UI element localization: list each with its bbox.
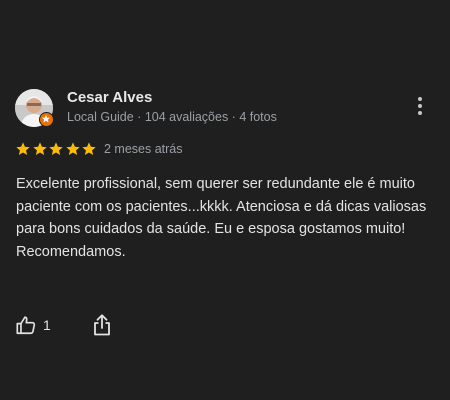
review-date: 2 meses atrás — [104, 142, 183, 156]
thumb-up-icon — [16, 316, 36, 335]
like-button[interactable]: 1 — [15, 313, 51, 337]
author-subtitle: Local Guide · 104 avaliações · 4 fotos — [67, 110, 277, 124]
like-count: 1 — [43, 317, 51, 333]
star-rating — [15, 141, 98, 157]
share-icon — [94, 314, 110, 336]
local-guide-badge-icon — [39, 112, 54, 127]
share-button[interactable] — [91, 313, 113, 337]
star-icon — [65, 142, 80, 155]
more-vert-icon[interactable] — [413, 97, 427, 119]
star-icon — [82, 142, 96, 155]
author-name[interactable]: Cesar Alves — [67, 89, 152, 106]
star-icon — [32, 142, 47, 155]
review-paragraph: Excelente profissional, sem querer ser r… — [16, 176, 427, 237]
review-text: Excelente profissional, sem querer ser r… — [16, 173, 441, 263]
star-icon — [49, 142, 63, 155]
review-card: Cesar Alves Local Guide · 104 avaliações… — [0, 0, 450, 400]
review-paragraph: Recomendamos. — [16, 243, 126, 260]
star-icon — [16, 142, 30, 155]
